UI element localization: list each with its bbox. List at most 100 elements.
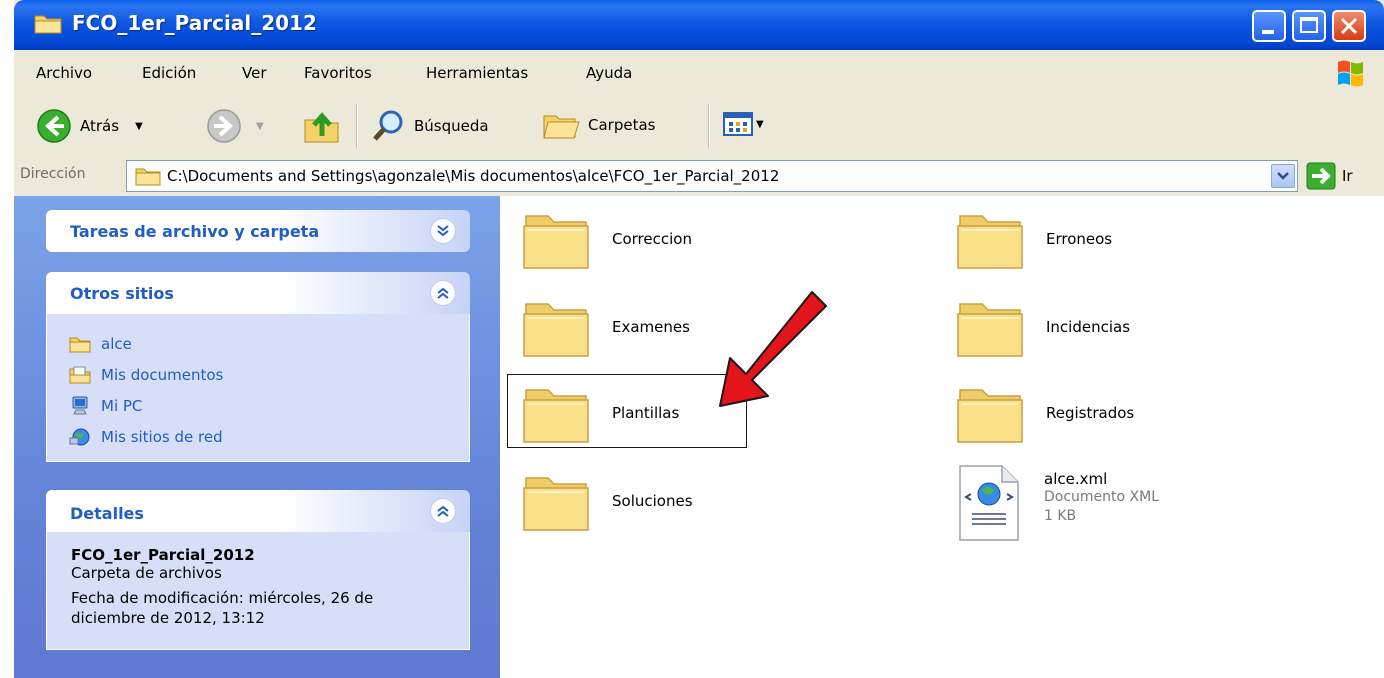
go-label: Ir — [1342, 167, 1353, 185]
file-folder-tasks-panel: Tareas de archivo y carpeta — [46, 210, 470, 252]
views-button[interactable]: ▼ — [722, 110, 764, 138]
address-path: C:\Documents and Settings\agonzale\Mis d… — [167, 167, 780, 185]
item-label: alce.xml — [1044, 470, 1108, 488]
file-size: 1 KB — [1044, 508, 1077, 524]
file-type: Documento XML — [1044, 489, 1160, 505]
back-label: Atrás — [80, 117, 120, 135]
search-button[interactable]: Búsqueda — [370, 108, 489, 144]
file-info: alce.xml Documento XML 1 KB — [1044, 470, 1159, 526]
expand-chevron-icon[interactable] — [430, 218, 456, 244]
item-label: Incidencias — [1046, 318, 1131, 336]
folder-icon — [69, 337, 91, 352]
folder-icon — [957, 389, 1023, 443]
details-name: FCO_1er_Parcial_2012 — [71, 546, 255, 564]
other-places-panel: Otros sitios alce Mis documentos Mi PC M… — [46, 272, 470, 462]
item-label: Registrados — [1046, 404, 1135, 422]
toolbar-separator — [708, 104, 710, 148]
folder-icon — [957, 303, 1023, 357]
back-arrow-icon — [37, 109, 71, 143]
panel-title: Tareas de archivo y carpeta — [70, 222, 320, 241]
folder-icon — [34, 15, 62, 34]
folder-icon — [957, 215, 1023, 269]
file-item-alce-xml[interactable]: alce.xml Documento XML 1 KB — [956, 464, 1159, 542]
search-label: Búsqueda — [414, 117, 489, 135]
item-label: Correccion — [612, 230, 692, 248]
folders-icon — [543, 115, 580, 139]
folders-button[interactable]: Carpetas — [540, 108, 655, 142]
up-folder-button[interactable] — [302, 106, 342, 146]
folder-icon — [135, 168, 161, 186]
details-modified: Fecha de modificación: miércoles, 26 de … — [71, 589, 374, 627]
panel-title: Detalles — [70, 504, 144, 523]
my-computer-icon — [72, 396, 88, 414]
collapse-chevron-icon[interactable] — [430, 498, 456, 524]
toolbar: Atrás ▼ ▼ Búsqueda Carpetas ▼ — [14, 96, 1384, 157]
panel-body: FCO_1er_Parcial_2012 Carpeta de archivos… — [46, 532, 470, 650]
folder-icon — [523, 215, 589, 269]
chevron-down-icon — [1277, 172, 1289, 180]
close-button[interactable] — [1332, 10, 1366, 42]
forward-button[interactable]: ▼ — [206, 108, 264, 144]
folder-item-incidencias[interactable]: Incidencias — [954, 294, 1130, 360]
window-title: FCO_1er_Parcial_2012 — [72, 11, 317, 35]
folder-item-erroneos[interactable]: Erroneos — [954, 206, 1112, 272]
collapse-chevron-icon[interactable] — [430, 280, 456, 306]
views-dropdown-icon[interactable]: ▼ — [756, 119, 764, 130]
place-link-mis-sitios-de-red[interactable]: Mis sitios de red — [47, 421, 469, 452]
panel-body: alce Mis documentos Mi PC Mis sitios de … — [46, 314, 470, 462]
menu-favoritos[interactable]: Favoritos — [304, 64, 372, 82]
item-label: Examenes — [612, 318, 690, 336]
panel-header[interactable]: Tareas de archivo y carpeta — [46, 210, 470, 252]
panel-header[interactable]: Detalles — [46, 490, 470, 532]
folders-label: Carpetas — [588, 116, 656, 134]
up-folder-icon — [304, 112, 339, 143]
folder-icon — [523, 303, 589, 357]
address-dropdown-button[interactable] — [1271, 164, 1295, 188]
place-link-mis-documentos[interactable]: Mis documentos — [47, 359, 469, 390]
back-button[interactable]: Atrás ▼ — [36, 108, 143, 144]
menu-archivo[interactable]: Archivo — [36, 64, 92, 82]
network-places-icon — [69, 428, 90, 445]
menu-ver[interactable]: Ver — [242, 64, 267, 82]
place-label: Mis sitios de red — [101, 427, 223, 446]
go-arrow-icon — [1306, 162, 1336, 190]
go-button[interactable]: Ir — [1306, 162, 1353, 190]
search-icon — [373, 110, 403, 141]
address-bar: Dirección C:\Documents and Settings\agon… — [14, 156, 1384, 197]
menu-edicion[interactable]: Edición — [142, 64, 196, 82]
panel-header[interactable]: Otros sitios — [46, 272, 470, 314]
item-label: Erroneos — [1046, 230, 1113, 248]
folder-item-correccion[interactable]: Correccion — [520, 206, 692, 272]
place-label: Mi PC — [101, 396, 143, 415]
task-pane: Tareas de archivo y carpeta Otros sitios… — [14, 196, 500, 678]
place-link-alce[interactable]: alce — [47, 328, 469, 359]
details-type: Carpeta de archivos — [71, 564, 222, 582]
place-label: Mis documentos — [101, 365, 224, 384]
folder-icon — [523, 389, 589, 443]
views-icon — [723, 112, 753, 136]
toolbar-separator — [356, 104, 358, 148]
folder-item-examenes[interactable]: Examenes — [520, 294, 690, 360]
forward-arrow-icon — [207, 109, 241, 143]
minimize-button[interactable] — [1252, 10, 1286, 42]
place-label: alce — [101, 334, 132, 353]
back-dropdown-icon[interactable]: ▼ — [135, 121, 143, 132]
menu-bar: Archivo Edición Ver Favoritos Herramient… — [14, 50, 1384, 97]
folder-item-registrados[interactable]: Registrados — [954, 380, 1134, 446]
details-panel: Detalles FCO_1er_Parcial_2012 Carpeta de… — [46, 490, 470, 650]
menu-ayuda[interactable]: Ayuda — [586, 64, 632, 82]
panel-title: Otros sitios — [70, 284, 174, 303]
item-label: Plantillas — [612, 404, 680, 422]
place-link-mi-pc[interactable]: Mi PC — [47, 390, 469, 421]
annotation-arrow — [719, 291, 827, 407]
item-label: Soluciones — [612, 492, 693, 510]
folder-item-plantillas[interactable]: Plantillas — [520, 380, 679, 446]
folder-icon — [523, 477, 589, 531]
maximize-button[interactable] — [1292, 10, 1326, 42]
forward-dropdown-icon[interactable]: ▼ — [256, 121, 264, 132]
folder-item-soluciones[interactable]: Soluciones — [520, 468, 693, 534]
menu-herramientas[interactable]: Herramientas — [426, 64, 528, 82]
xml-document-icon — [959, 465, 1019, 541]
address-field[interactable]: C:\Documents and Settings\agonzale\Mis d… — [126, 160, 1298, 192]
title-bar[interactable]: FCO_1er_Parcial_2012 — [14, 0, 1384, 50]
